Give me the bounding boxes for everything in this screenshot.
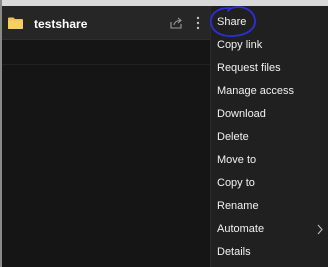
menu-item-label: Copy to xyxy=(217,177,255,189)
menu-item-label: Delete xyxy=(217,131,249,143)
folder-icon xyxy=(8,17,23,29)
menu-item-request-files[interactable]: Request files xyxy=(211,58,328,80)
context-menu: Share Copy link Request files Manage acc… xyxy=(210,6,328,267)
menu-item-delete[interactable]: Delete xyxy=(211,127,328,149)
menu-item-details[interactable]: Details xyxy=(211,242,328,264)
menu-item-copy-to[interactable]: Copy to xyxy=(211,173,328,195)
menu-item-label: Automate xyxy=(217,223,265,235)
window-left-edge xyxy=(0,0,2,267)
menu-item-download[interactable]: Download xyxy=(211,104,328,126)
chevron-right-icon xyxy=(317,224,323,235)
menu-item-move-to[interactable]: Move to xyxy=(211,150,328,172)
menu-item-label: Copy link xyxy=(217,39,263,51)
onedrive-file-view: testshare Share Copy link Request files … xyxy=(0,0,328,267)
share-icon[interactable] xyxy=(170,17,183,29)
menu-item-label: Manage access xyxy=(217,85,295,97)
folder-name[interactable]: testshare xyxy=(34,17,87,31)
menu-item-label: Details xyxy=(217,246,251,258)
row-divider xyxy=(2,64,210,65)
menu-item-label: Share xyxy=(217,16,247,28)
menu-item-automate[interactable]: Automate xyxy=(211,219,328,241)
menu-item-label: Rename xyxy=(217,200,259,212)
menu-item-label: Download xyxy=(217,108,266,120)
more-vertical-icon[interactable] xyxy=(195,16,201,30)
menu-item-label: Move to xyxy=(217,154,257,166)
menu-item-rename[interactable]: Rename xyxy=(211,196,328,218)
menu-item-share[interactable]: Share xyxy=(211,12,328,34)
menu-item-copy-link[interactable]: Copy link xyxy=(211,35,328,57)
menu-item-manage-access[interactable]: Manage access xyxy=(211,81,328,103)
menu-item-label: Request files xyxy=(217,62,281,74)
